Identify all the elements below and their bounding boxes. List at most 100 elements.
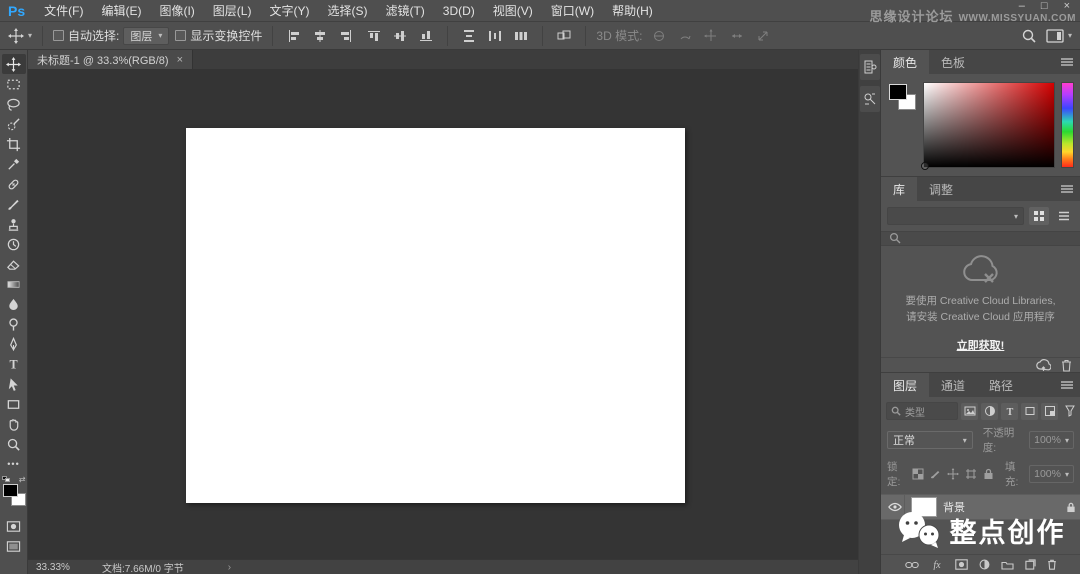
- lock-transparent-pixels-icon[interactable]: [911, 466, 924, 482]
- saturation-brightness-field[interactable]: [921, 82, 1055, 170]
- properties-panel-icon[interactable]: [859, 86, 880, 112]
- shape-tool[interactable]: [2, 394, 26, 414]
- quick-mask-icon[interactable]: [2, 516, 26, 536]
- zoom-tool[interactable]: [2, 434, 26, 454]
- search-icon[interactable]: [1018, 25, 1040, 47]
- menu-3d[interactable]: 3D(D): [434, 4, 484, 18]
- adjustment-layer-icon[interactable]: [979, 559, 990, 570]
- color-picker-cursor[interactable]: [921, 162, 929, 170]
- menu-layer[interactable]: 图层(L): [204, 2, 261, 19]
- menu-select[interactable]: 选择(S): [318, 2, 376, 19]
- crop-tool[interactable]: [2, 134, 26, 154]
- menu-type[interactable]: 文字(Y): [260, 2, 318, 19]
- get-now-link[interactable]: 立即获取!: [957, 337, 1005, 353]
- align-right-icon[interactable]: [335, 25, 357, 47]
- edit-toolbar-ellipsis[interactable]: •••: [2, 454, 26, 474]
- sync-library-icon[interactable]: [1036, 359, 1051, 372]
- distribute-middle-icon[interactable]: [484, 25, 506, 47]
- canvas[interactable]: [186, 128, 685, 503]
- auto-select-checkbox[interactable]: [53, 30, 65, 41]
- filter-adjustment-layers-icon[interactable]: [981, 402, 998, 420]
- menu-help[interactable]: 帮助(H): [603, 2, 662, 19]
- tab-libraries[interactable]: 库: [881, 177, 918, 201]
- list-view-icon[interactable]: [1054, 207, 1074, 225]
- tab-channels[interactable]: 通道: [929, 373, 977, 397]
- new-group-icon[interactable]: [1001, 560, 1014, 570]
- filter-shape-layers-icon[interactable]: [1021, 402, 1038, 420]
- layer-filter-toggle-icon[interactable]: [1065, 405, 1075, 417]
- history-panel-icon[interactable]: [859, 54, 880, 80]
- workspace-switcher[interactable]: ▾: [1046, 29, 1072, 43]
- history-brush-tool[interactable]: [2, 234, 26, 254]
- active-tool-preset[interactable]: ▾: [8, 27, 32, 44]
- eraser-tool[interactable]: [2, 254, 26, 274]
- hand-tool[interactable]: [2, 414, 26, 434]
- tab-color[interactable]: 颜色: [881, 50, 930, 74]
- link-layers-icon[interactable]: [905, 561, 919, 569]
- foreground-color-swatch[interactable]: [889, 84, 907, 100]
- library-search-field[interactable]: [881, 231, 1080, 246]
- tab-swatches[interactable]: 色板: [929, 50, 977, 74]
- layer-style-fx-icon[interactable]: fx: [930, 559, 944, 570]
- menu-file[interactable]: 文件(F): [35, 2, 92, 19]
- auto-select-dropdown[interactable]: 图层 ▾: [123, 26, 170, 45]
- distribute-bottom-icon[interactable]: [510, 25, 532, 47]
- tab-layers[interactable]: 图层: [881, 373, 930, 397]
- gradient-tool[interactable]: [2, 274, 26, 294]
- panel-menu-icon[interactable]: [1060, 380, 1074, 390]
- new-layer-icon[interactable]: [1025, 559, 1036, 570]
- close-button[interactable]: ×: [1064, 0, 1070, 12]
- 3d-pan-icon[interactable]: [700, 25, 722, 47]
- foreground-color-swatch[interactable]: [2, 484, 18, 497]
- menu-filter[interactable]: 滤镜(T): [376, 2, 433, 19]
- opacity-field[interactable]: 100% ▾: [1029, 431, 1074, 449]
- auto-align-icon[interactable]: [553, 25, 575, 47]
- show-transform-checkbox[interactable]: [175, 30, 187, 41]
- delete-layer-icon[interactable]: [1047, 559, 1057, 570]
- align-center-h-icon[interactable]: [309, 25, 331, 47]
- menu-window[interactable]: 窗口(W): [542, 2, 603, 19]
- blend-mode-dropdown[interactable]: 正常 ▾: [887, 431, 973, 449]
- clone-stamp-tool[interactable]: [2, 214, 26, 234]
- minimize-button[interactable]: –: [1019, 0, 1025, 12]
- dodge-tool[interactable]: [2, 314, 26, 334]
- document-tab[interactable]: 未标题-1 @ 33.3%(RGB/8) ×: [28, 50, 194, 69]
- filter-pixel-layers-icon[interactable]: [961, 402, 978, 420]
- lock-artboard-icon[interactable]: [964, 466, 977, 482]
- align-middle-icon[interactable]: [389, 25, 411, 47]
- lasso-tool[interactable]: [2, 94, 26, 114]
- eyedropper-tool[interactable]: [2, 154, 26, 174]
- library-selector-dropdown[interactable]: ▾: [887, 207, 1024, 225]
- tab-adjustments[interactable]: 调整: [917, 177, 965, 201]
- filter-type-layers-icon[interactable]: T: [1001, 402, 1018, 420]
- layer-filter-type-dropdown[interactable]: 类型: [886, 402, 958, 420]
- grid-view-icon[interactable]: [1029, 207, 1049, 225]
- screen-mode-icon[interactable]: [2, 536, 26, 556]
- path-selection-tool[interactable]: [2, 374, 26, 394]
- lock-position-icon[interactable]: [947, 466, 960, 482]
- panel-menu-icon[interactable]: [1060, 184, 1074, 194]
- menu-image[interactable]: 图像(I): [150, 2, 203, 19]
- blur-tool[interactable]: [2, 294, 26, 314]
- brush-tool[interactable]: [2, 194, 26, 214]
- move-tool[interactable]: [1, 54, 26, 74]
- 3d-roll-icon[interactable]: [674, 25, 696, 47]
- swap-colors-icon[interactable]: ⇄: [19, 475, 26, 484]
- quick-selection-tool[interactable]: [2, 114, 26, 134]
- align-left-icon[interactable]: [283, 25, 305, 47]
- 3d-slide-icon[interactable]: [726, 25, 748, 47]
- delete-library-icon[interactable]: [1061, 359, 1072, 372]
- tab-paths[interactable]: 路径: [977, 373, 1025, 397]
- lock-image-pixels-icon[interactable]: [929, 466, 942, 482]
- lock-all-icon[interactable]: [982, 466, 995, 482]
- menu-view[interactable]: 视图(V): [484, 2, 542, 19]
- 3d-scale-icon[interactable]: [752, 25, 774, 47]
- panel-menu-icon[interactable]: [1060, 57, 1074, 67]
- fill-field[interactable]: 100% ▾: [1029, 465, 1074, 483]
- default-colors-icon[interactable]: [1, 476, 10, 483]
- spot-healing-brush-tool[interactable]: [2, 174, 26, 194]
- menu-edit[interactable]: 编辑(E): [92, 2, 150, 19]
- filter-smart-objects-icon[interactable]: [1041, 402, 1058, 420]
- 3d-rotate-icon[interactable]: [648, 25, 670, 47]
- close-icon[interactable]: ×: [177, 54, 183, 66]
